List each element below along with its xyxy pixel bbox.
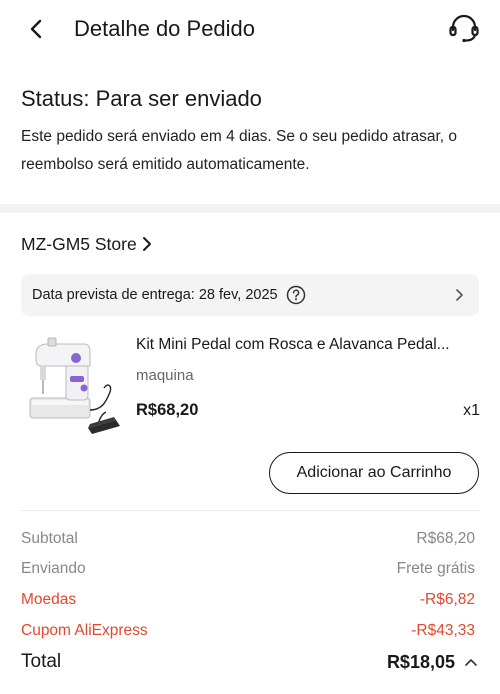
- header: Detalhe do Pedido: [0, 0, 500, 58]
- order-status-description: Este pedido será enviado em 4 dias. Se o…: [21, 128, 458, 173]
- coupon-value: -R$43,33: [411, 622, 475, 639]
- store-name: MZ-GM5 Store: [21, 234, 137, 254]
- chevron-left-icon: [30, 19, 42, 39]
- headset-icon: [449, 14, 479, 43]
- summary-divider: [21, 510, 479, 511]
- product-title[interactable]: Kit Mini Pedal com Rosca e Alavanca Peda…: [136, 334, 482, 356]
- back-button[interactable]: [22, 15, 50, 43]
- coins-row: Moedas -R$6,82: [21, 589, 475, 611]
- coupon-row: Cupom AliExpress -R$43,33: [21, 620, 475, 642]
- delivery-estimate-text: Data prevista de entrega: 28 fev, 2025: [32, 287, 278, 303]
- order-status-title: Status: Para ser enviado: [21, 86, 262, 111]
- subtotal-row: Subtotal R$68,20: [21, 528, 475, 550]
- chevron-right-icon: [142, 237, 151, 251]
- store-link[interactable]: MZ-GM5 Store: [21, 231, 153, 257]
- product-quantity: x1: [463, 402, 480, 419]
- chevron-up-icon[interactable]: [463, 654, 479, 670]
- question-circle-icon[interactable]: [286, 285, 306, 305]
- total-row[interactable]: Total R$18,05: [21, 651, 479, 673]
- page-title: Detalhe do Pedido: [74, 16, 256, 41]
- shipping-label: Enviando: [21, 560, 86, 577]
- coins-label: Moedas: [21, 591, 77, 608]
- shipping-row: Enviando Frete grátis: [21, 558, 475, 580]
- chevron-right-icon: [451, 287, 467, 303]
- shipping-value: Frete grátis: [396, 560, 475, 577]
- subtotal-value: R$68,20: [416, 530, 475, 547]
- coins-value: -R$6,82: [419, 591, 475, 608]
- customer-support-button[interactable]: [446, 11, 482, 47]
- section-divider: [0, 204, 500, 213]
- coupon-label: Cupom AliExpress: [21, 622, 148, 639]
- total-value: R$18,05: [386, 651, 455, 672]
- add-to-cart-button[interactable]: Adicionar ao Carrinho: [269, 452, 479, 494]
- product-price: R$68,20: [136, 401, 199, 419]
- product-variant: maquina: [136, 367, 194, 384]
- subtotal-label: Subtotal: [21, 530, 78, 547]
- total-label: Total: [21, 651, 62, 672]
- delivery-estimate-bar[interactable]: Data prevista de entrega: 28 fev, 2025: [21, 274, 479, 316]
- product-image[interactable]: [18, 332, 123, 434]
